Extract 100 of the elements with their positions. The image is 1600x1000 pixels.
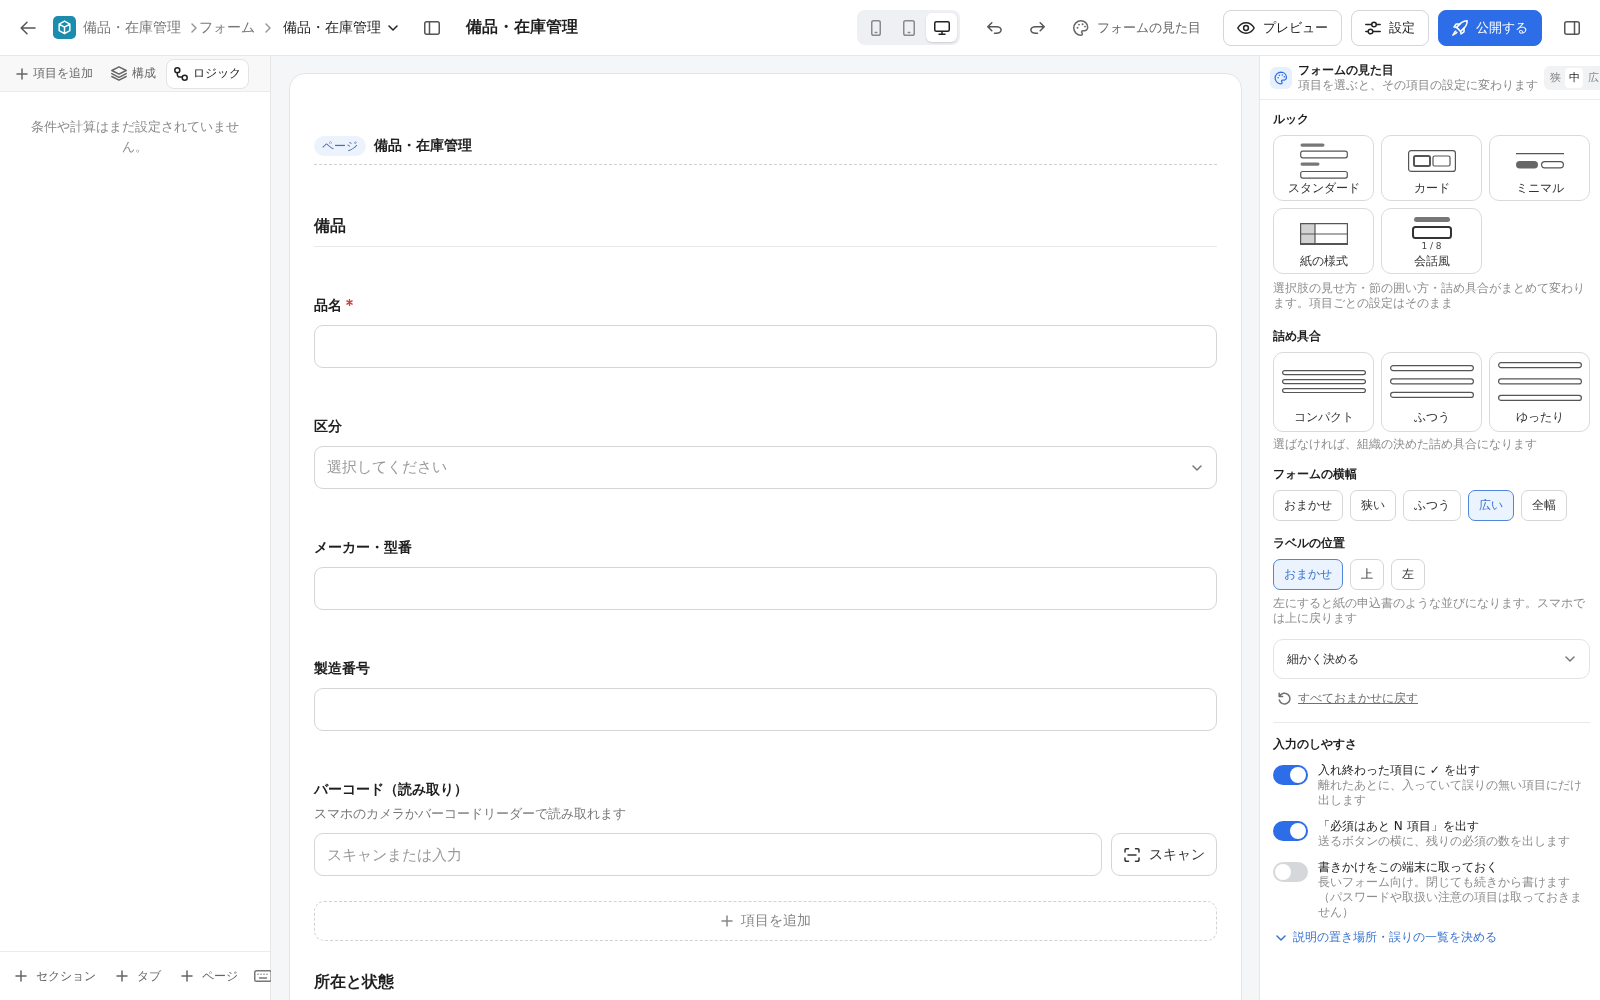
panel-tab[interactable]: 項目を追加 — [8, 58, 101, 89]
add-item-button[interactable]: 項目を追加 — [314, 901, 1217, 941]
field-label: 製造番号 — [314, 659, 370, 678]
undo-icon — [986, 21, 1002, 34]
option-chip[interactable]: おまかせ — [1273, 490, 1343, 521]
form-title: 備品・在庫管理 — [466, 17, 578, 38]
plus-icon — [15, 970, 27, 982]
plus-icon — [720, 915, 733, 927]
panel-title: フォームの見た目 — [1298, 63, 1395, 78]
chevron-down-icon — [1565, 656, 1575, 662]
add-block-button[interactable]: セクション — [11, 961, 100, 991]
chevron-down-icon — [1192, 464, 1202, 471]
spaced-lines-icon — [1389, 364, 1474, 398]
plus-icon — [116, 970, 128, 982]
sidebar-icon — [1564, 20, 1580, 35]
view-mode-button[interactable] — [926, 13, 957, 42]
add-block-button[interactable]: タブ — [112, 961, 165, 991]
field-hint: スマホのカメラかバーコードリーダーで読み取れます — [314, 805, 627, 823]
eye-icon — [1237, 21, 1255, 34]
chevron-down-icon — [388, 24, 398, 31]
advanced-dropdown[interactable]: 細かく決める — [1273, 639, 1590, 679]
text-field[interactable] — [314, 567, 1217, 610]
toggle-switch[interactable] — [1273, 862, 1308, 882]
setting-hint: 選択肢の見せ方・節の囲い方・詰め具合がまとめて変わります。項目ごとの設定はそのまま — [1273, 281, 1586, 311]
preview-button[interactable]: プレビュー — [1223, 9, 1342, 46]
option-chip[interactable]: 全幅 — [1521, 490, 1567, 521]
option-chip[interactable]: 狭い — [1350, 490, 1396, 521]
plus-icon — [16, 67, 28, 80]
setting-label: フォームの横幅 — [1273, 467, 1358, 482]
panel-subtitle: 項目を選ぶと、その項目の設定に変わります — [1298, 78, 1538, 92]
toggle-label: 「必須はあと N 項目」を出す — [1318, 818, 1480, 834]
field-label: 品名 — [314, 296, 342, 315]
keyboard-icon[interactable] — [254, 970, 272, 982]
breadcrumb-dropdown[interactable]: 備品・在庫管理 — [283, 13, 398, 42]
rocket-icon — [1452, 19, 1468, 36]
scan-button[interactable]: スキャン — [1111, 833, 1217, 876]
scan-icon — [1123, 847, 1140, 862]
panel-tab[interactable]: 構成 — [103, 58, 164, 89]
reset-icon — [1278, 692, 1291, 705]
text-field[interactable] — [314, 325, 1217, 368]
appearance-button[interactable]: フォームの見た目 — [1069, 11, 1205, 44]
toggle-label: 入れ終わった項目に ✓ を出す — [1318, 762, 1481, 778]
density-option[interactable]: ふつう — [1381, 352, 1482, 432]
palette-icon — [1073, 19, 1089, 36]
option-chip[interactable]: 上 — [1350, 559, 1384, 590]
look-option[interactable]: 紙の様式 — [1273, 208, 1374, 274]
section-title: 備品 — [314, 215, 1217, 247]
setting-hint: 左にすると紙の申込書のような並びになります。スマホでは上に戻ります — [1273, 596, 1586, 626]
plus-icon — [181, 970, 193, 982]
toggle-description: 長いフォーム向け。閉じても続きから書けます（パスワードや取扱い注意の項目は取っておきません） — [1318, 875, 1583, 920]
breadcrumb-link[interactable]: フォーム — [199, 13, 255, 42]
toggle-description: 離れたあとに、入っていて誤りの無い項目にだけ出します — [1318, 778, 1583, 808]
redo-icon — [1029, 21, 1045, 34]
tablet-icon — [902, 19, 915, 36]
option-chip[interactable]: 広い — [1468, 490, 1514, 521]
setting-label: ルック — [1273, 112, 1310, 127]
field-label: バーコード（読み取り） — [314, 780, 468, 799]
breadcrumb-link[interactable]: 備品・在庫管理 — [83, 13, 181, 42]
look-option[interactable]: 1 / 8 会話風 — [1381, 208, 1482, 274]
field-label: 区分 — [314, 417, 342, 436]
bar-and-box-icon — [1411, 217, 1452, 239]
size-option[interactable]: 中 — [1565, 67, 1583, 88]
toggle-label: 書きかけをこの端末に取っておく — [1318, 859, 1499, 875]
setting-label: 詰め具合 — [1273, 329, 1322, 344]
add-block-button[interactable]: ページ — [177, 961, 242, 991]
option-chip[interactable]: おまかせ — [1273, 559, 1343, 590]
density-option[interactable]: コンパクト — [1273, 352, 1374, 432]
wide-spaced-lines-icon — [1497, 361, 1582, 401]
publish-button[interactable]: 公開する — [1438, 9, 1542, 46]
option-chip[interactable]: 左 — [1391, 559, 1425, 590]
empty-message: 条件や計算はまだ設定されていません。 — [30, 118, 240, 156]
density-option[interactable]: ゆったり — [1489, 352, 1590, 432]
reset-link[interactable]: すべておまかせに戻す — [1273, 691, 1418, 706]
sidebar-icon — [424, 20, 440, 35]
setting-label: 入力のしやすさ — [1273, 737, 1358, 752]
settings-button[interactable]: 設定 — [1351, 9, 1429, 46]
toggle-switch[interactable] — [1273, 821, 1308, 841]
section-title: 所在と状態 — [314, 971, 395, 993]
look-option[interactable]: カード — [1381, 135, 1482, 201]
monitor-icon — [933, 20, 950, 35]
table-grid-icon — [1299, 223, 1348, 245]
text-field[interactable] — [314, 688, 1217, 731]
layers-icon — [111, 66, 127, 81]
sliders-icon — [1365, 20, 1381, 35]
chevron-right-icon — [265, 22, 271, 33]
setting-label: ラベルの位置 — [1273, 536, 1346, 551]
look-option[interactable]: スタンダード — [1273, 135, 1374, 201]
page-badge: ページ — [314, 136, 366, 156]
option-chip[interactable]: ふつう — [1403, 490, 1461, 521]
labeled-fields-icon — [1299, 143, 1348, 179]
expand-link[interactable]: 説明の置き場所・誤りの一覧を決める — [1273, 930, 1497, 945]
chevron-right-icon — [191, 22, 197, 33]
toggle-switch[interactable] — [1273, 765, 1308, 785]
look-option[interactable]: ミニマル — [1489, 135, 1590, 201]
paired-boxes-icon — [1407, 150, 1456, 172]
palette-icon — [1270, 66, 1292, 89]
panel-tab[interactable]: ロジック — [166, 58, 249, 89]
text-field[interactable]: スキャンまたは入力 — [314, 833, 1102, 876]
field-label: メーカー・型番 — [314, 538, 412, 557]
setting-hint: 選ばなければ、組織の決めた詰め具合になります — [1273, 437, 1538, 452]
